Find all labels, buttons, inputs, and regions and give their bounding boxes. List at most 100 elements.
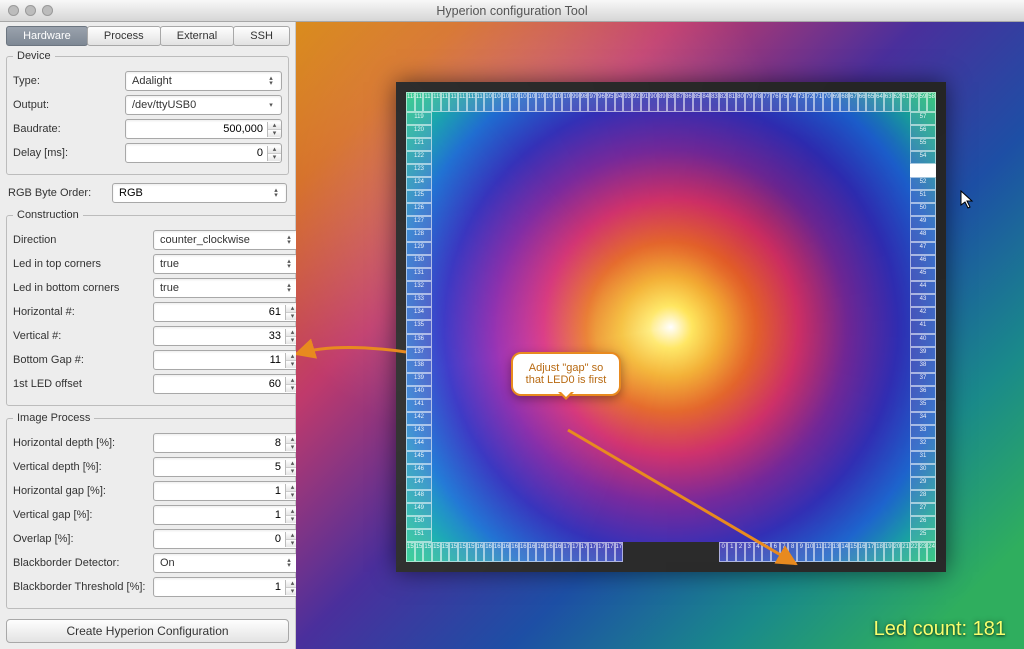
led-segment <box>693 542 702 562</box>
led-segment: 146 <box>406 464 432 477</box>
led-segment: 171 <box>571 542 580 562</box>
v-depth-input[interactable] <box>154 458 285 476</box>
tab-external[interactable]: External <box>160 26 235 46</box>
led-segment: 12 <box>823 542 832 562</box>
chevron-down-icon: ▾ <box>265 103 277 108</box>
bb-detect-select[interactable]: On ▴▾ <box>153 553 300 573</box>
v-gap-stepper[interactable]: ▴▾ <box>153 505 300 525</box>
type-select[interactable]: Adalight ▴▾ <box>125 71 282 91</box>
led-segment: 19 <box>884 542 893 562</box>
led-segment <box>641 542 650 562</box>
vertical-stepper[interactable]: ▴▾ <box>153 326 300 346</box>
h-depth-stepper[interactable]: ▴▾ <box>153 433 300 453</box>
led-segment: 93 <box>623 92 632 112</box>
first-offset-stepper[interactable]: ▴▾ <box>153 374 300 394</box>
config-sidebar: Hardware Process External SSH Device Typ… <box>0 22 296 649</box>
led-segment <box>675 542 684 562</box>
led-segment: 35 <box>910 399 936 412</box>
step-down-icon[interactable]: ▾ <box>268 154 281 161</box>
led-segment: 41 <box>910 320 936 333</box>
led-segment: 165 <box>519 542 528 562</box>
chevron-updown-icon: ▴▾ <box>265 76 277 86</box>
output-select[interactable]: /dev/ttyUSB0 ▾ <box>125 95 282 115</box>
tab-hardware[interactable]: Hardware <box>6 26 88 46</box>
bottom-gap-stepper[interactable]: ▴▾ <box>153 350 300 370</box>
h-depth-input[interactable] <box>154 434 285 452</box>
led-segment: 51 <box>910 190 936 203</box>
bottom-corners-select[interactable]: true ▴▾ <box>153 278 300 298</box>
window-controls[interactable] <box>8 5 53 16</box>
horizontal-stepper[interactable]: ▴▾ <box>153 302 300 322</box>
led-segment: 84 <box>701 92 710 112</box>
led-segment <box>684 542 693 562</box>
close-icon[interactable] <box>8 5 19 16</box>
chevron-updown-icon: ▴▾ <box>283 283 295 293</box>
led-segment: 8 <box>788 542 797 562</box>
led-segment: 132 <box>406 281 432 294</box>
led-segment: 75 <box>780 92 789 112</box>
led-segment: 130 <box>406 255 432 268</box>
top-corners-label: Led in top corners <box>13 258 153 270</box>
bottom-gap-input[interactable] <box>154 351 285 369</box>
step-down-icon[interactable]: ▾ <box>268 130 281 137</box>
led-segment: 83 <box>710 92 719 112</box>
top-corners-select[interactable]: true ▴▾ <box>153 254 300 274</box>
minimize-icon[interactable] <box>25 5 36 16</box>
led-segment: 69 <box>832 92 841 112</box>
step-up-icon[interactable]: ▴ <box>268 146 281 154</box>
led-segment: 58 <box>927 92 936 112</box>
led-segment: 43 <box>910 294 936 307</box>
delay-stepper[interactable]: ▴▾ <box>125 143 282 163</box>
led-segment: 42 <box>910 307 936 320</box>
horizontal-input[interactable] <box>154 303 285 321</box>
overlap-stepper[interactable]: ▴▾ <box>153 529 300 549</box>
bb-thresh-label: Blackborder Threshold [%]: <box>13 581 153 593</box>
baudrate-stepper[interactable]: ▴▾ <box>125 119 282 139</box>
v-gap-input[interactable] <box>154 506 285 524</box>
led-segment: 105 <box>519 92 528 112</box>
overlap-input[interactable] <box>154 530 285 548</box>
overlap-label: Overlap [%]: <box>13 533 153 545</box>
step-up-icon[interactable]: ▴ <box>268 122 281 130</box>
create-config-button[interactable]: Create Hyperion Configuration <box>6 619 289 643</box>
led-segment <box>623 542 632 562</box>
bb-thresh-input[interactable] <box>154 578 285 596</box>
led-segment: 45 <box>910 268 936 281</box>
led-segment: 33 <box>910 425 936 438</box>
led-segment: 3 <box>745 542 754 562</box>
direction-value: counter_clockwise <box>160 234 250 246</box>
baudrate-input[interactable] <box>126 120 267 138</box>
led-segment: 169 <box>554 542 563 562</box>
led-segment: 150 <box>406 516 432 529</box>
led-segment: 116 <box>423 92 432 112</box>
output-value: /dev/ttyUSB0 <box>132 99 196 111</box>
h-gap-input[interactable] <box>154 482 285 500</box>
direction-select[interactable]: counter_clockwise ▴▾ <box>153 230 300 250</box>
led-segment: 100 <box>562 92 571 112</box>
led-segment: 164 <box>510 542 519 562</box>
led-segment: 55 <box>910 138 936 151</box>
baudrate-label: Baudrate: <box>13 123 125 135</box>
v-depth-stepper[interactable]: ▴▾ <box>153 457 300 477</box>
led-segment: 77 <box>762 92 771 112</box>
led-segment: 60 <box>910 92 919 112</box>
type-label: Type: <box>13 75 125 87</box>
led-segment: 1 <box>727 542 736 562</box>
rgb-order-select[interactable]: RGB ▴▾ <box>112 183 287 203</box>
led-segment: 36 <box>910 386 936 399</box>
led-segment: 151 <box>406 529 432 542</box>
zoom-icon[interactable] <box>42 5 53 16</box>
led-segment: 73 <box>797 92 806 112</box>
led-segment: 108 <box>493 92 502 112</box>
delay-input[interactable] <box>126 144 267 162</box>
bb-thresh-stepper[interactable]: ▴▾ <box>153 577 300 597</box>
vertical-input[interactable] <box>154 327 285 345</box>
led-segment: 174 <box>597 542 606 562</box>
tab-process[interactable]: Process <box>87 26 161 46</box>
led-segment: 111 <box>467 92 476 112</box>
led-segment: 48 <box>910 229 936 242</box>
h-gap-stepper[interactable]: ▴▾ <box>153 481 300 501</box>
mouse-cursor-icon <box>960 190 974 210</box>
tab-ssh[interactable]: SSH <box>233 26 290 46</box>
first-offset-input[interactable] <box>154 375 285 393</box>
